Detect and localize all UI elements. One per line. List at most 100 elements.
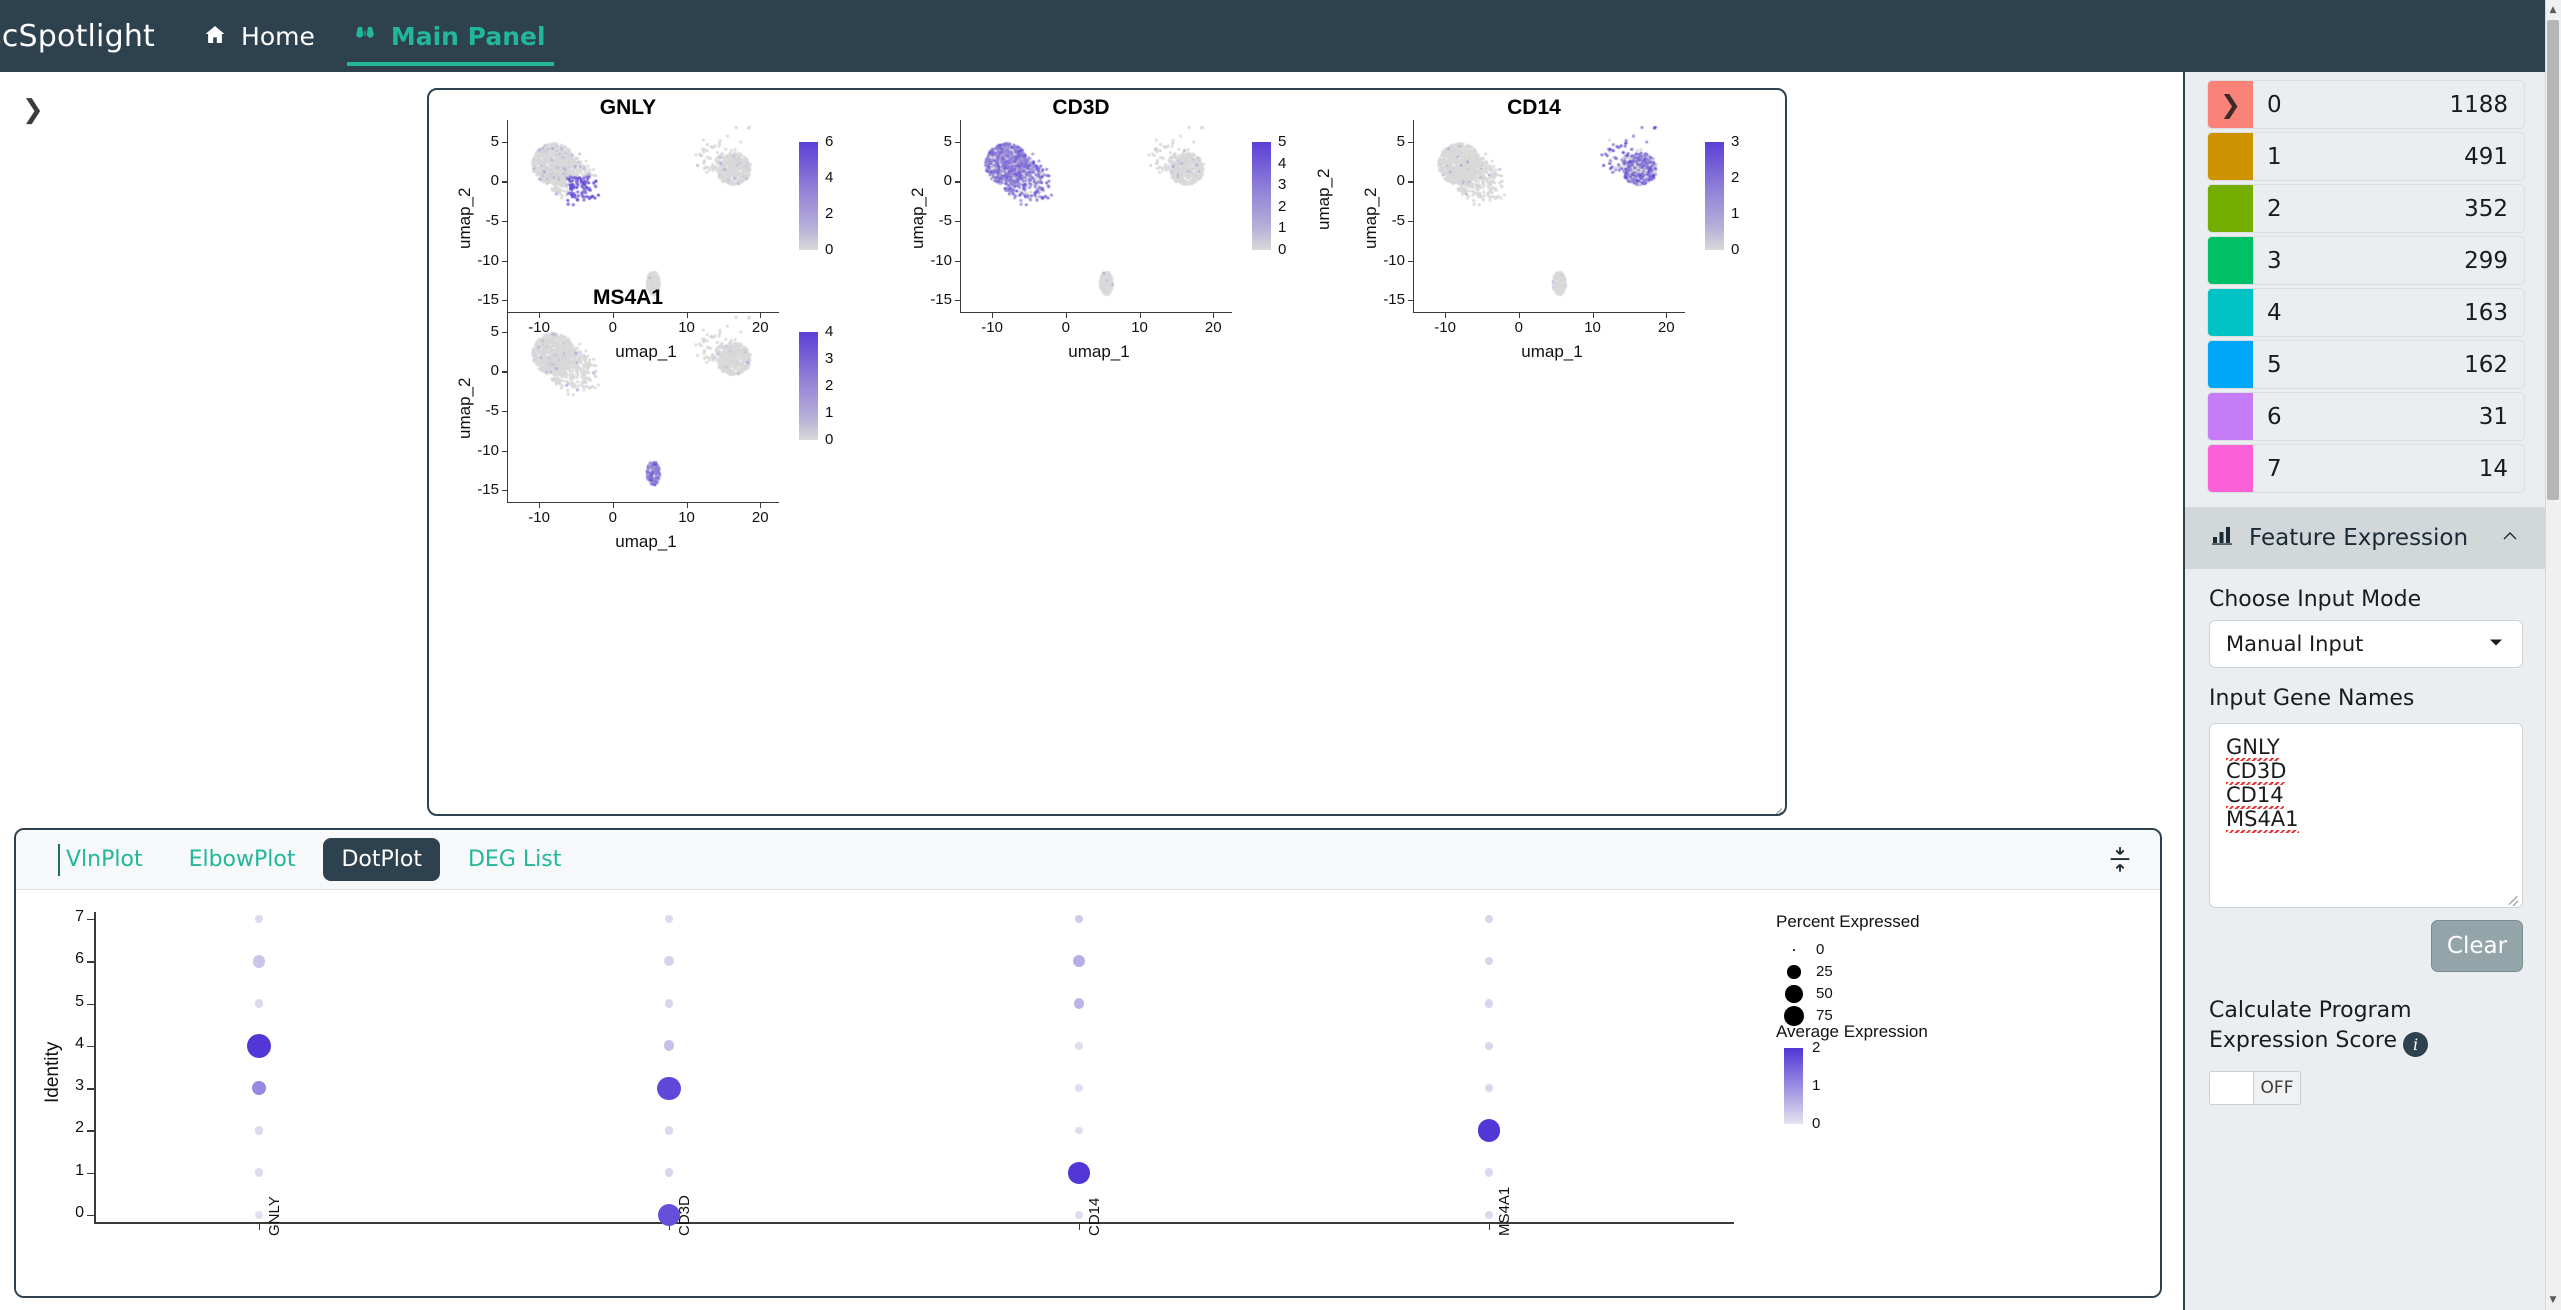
umap-y-tick-mark [502,260,507,262]
cluster-row[interactable]: 5 162 [2207,340,2525,389]
info-icon[interactable]: i [2403,1031,2429,1057]
cluster-id-label: 6 [2267,403,2282,430]
umap-scatter-canvas [1423,126,1681,308]
dotplot-dot [1484,1041,1494,1051]
umap-scatter-area [970,126,1228,308]
page-scrollbar-track[interactable]: ▲ ▼ [2545,0,2561,1310]
gene-name-token: CD14 [2226,783,2284,810]
legend-color-bar [1784,1048,1803,1124]
cluster-color-swatch[interactable] [2208,133,2253,180]
umap-x-tick-mark [1666,313,1668,318]
dotplot-y-tick-label: 6 [75,950,84,968]
tab-vlnplot[interactable]: VlnPlot [48,838,161,881]
umap-colorbar-tick-label: 3 [1278,176,1287,194]
umap-x-tick-mark [992,313,994,318]
label-input-gene-names: Input Gene Names [2209,686,2415,711]
program-score-toggle[interactable]: OFF [2209,1070,2301,1105]
dotplot-y-tick-label: 1 [75,1161,84,1179]
dotplot-dot [254,999,264,1008]
tab-deg-list[interactable]: DEG List [450,838,579,881]
text-caret [58,844,60,876]
umap-y-tick-label: 5 [490,322,499,340]
cluster-row[interactable]: 6 31 [2207,392,2525,441]
umap-x-tick-label: 0 [1514,319,1523,336]
umap-colorbar-side-label: umap_2 [1314,168,1333,230]
umap-x-tick-label: -10 [1434,319,1456,336]
dotplot-dot [252,955,266,968]
tab-dotplot[interactable]: DotPlot [323,838,440,881]
legend-size-label: 25 [1816,963,1833,980]
dotplot-dot [255,1211,263,1219]
umap-colorbar-tick-label: 2 [825,205,834,222]
legend-color-tick-label: 2 [1812,1039,1821,1056]
cluster-color-swatch[interactable] [2208,185,2253,232]
binoculars-icon [351,23,381,49]
cluster-color-swatch[interactable] [2208,445,2253,492]
umap-x-tick-mark [760,503,762,508]
cluster-row[interactable]: 1 491 [2207,132,2525,181]
textarea-resize-handle[interactable] [2505,890,2519,904]
umap-y-axis-label: umap_2 [455,377,474,439]
cluster-color-swatch[interactable] [2208,237,2253,284]
umap-colorbar-tick-label: 3 [825,350,834,367]
dotplot-dot [663,1040,675,1052]
umap-y-tick-mark [1408,220,1413,223]
dotplot-y-tick-mark [87,1130,94,1132]
nav-item-main-panel[interactable]: Main Panel [333,0,564,72]
label-choose-input-mode: Choose Input Mode [2209,587,2422,612]
nav-item-home[interactable]: Home [183,0,333,72]
dotplot-y-tick-label: 0 [75,1204,84,1221]
cluster-row[interactable]: 3 299 [2207,236,2525,285]
umap-colorbar-tick-label: 1 [825,404,834,421]
chevron-up-icon[interactable] [2497,525,2523,551]
dotplot-dot [1484,1210,1494,1220]
clear-button[interactable]: Clear [2431,920,2523,972]
cluster-color-swatch[interactable] [2208,289,2253,336]
cluster-row[interactable]: 7 14 [2207,444,2525,493]
cluster-color-swatch[interactable] [2208,341,2253,388]
collapse-vertical-icon[interactable] [2106,844,2134,876]
umap-colorbar-tick-label: 6 [825,133,834,150]
input-mode-select[interactable]: Manual Input [2209,620,2523,668]
input-mode-value: Manual Input [2226,632,2364,656]
tab-elbowplot[interactable]: ElbowPlot [171,838,314,881]
umap-x-tick-mark [1592,313,1594,318]
section-header-feature-expression[interactable]: Feature Expression [2185,507,2547,569]
umap-y-tick-mark [1408,141,1413,143]
chevron-right-icon[interactable]: ❯ [2220,92,2241,117]
cluster-cell-count: 162 [2464,351,2508,378]
cluster-color-swatch[interactable] [2208,393,2253,440]
umap-colorbar [799,142,818,250]
sidebar-expand-chevron-icon[interactable]: ❯ [22,95,44,125]
umap-y-axis-line [507,120,509,312]
dotplot-dot [246,1033,272,1058]
page-scroll-down-arrow-icon[interactable]: ▼ [2545,1292,2561,1308]
label-calculate-program-expression-score: Calculate Program Expression Score i [2209,996,2509,1057]
dotplot-y-axis-line [94,912,96,1222]
cluster-row[interactable]: 4 163 [2207,288,2525,337]
umap-x-tick-label: 20 [1204,319,1222,336]
umap-y-tick-label: -15 [930,291,952,309]
gene-name-line: CD14 [2226,783,2506,810]
dotplot-dot [664,1126,674,1135]
dotplot-dot [665,915,673,923]
page-scrollbar-thumb[interactable] [2547,20,2559,500]
umap-colorbar-tick-label: 3 [1731,133,1740,150]
umap-y-tick-mark [502,490,507,492]
cluster-color-swatch[interactable]: ❯ [2208,81,2253,128]
umap-card-resize-handle[interactable] [1765,794,1783,812]
umap-colorbar-tick-label: 2 [825,377,834,394]
page-scroll-up-arrow-icon[interactable]: ▲ [2545,2,2561,18]
nav-item-main-panel-label: Main Panel [390,21,546,51]
umap-y-tick-mark [955,300,960,302]
umap-y-tick-mark [955,181,960,183]
gene-names-textarea[interactable]: GNLY CD3D CD14 MS4A1 [2209,723,2523,908]
umap-y-tick-mark [502,410,507,413]
dotplot-y-tick-mark [87,1003,94,1005]
dotplot-dot [1484,1168,1494,1177]
cluster-row[interactable]: 2 352 [2207,184,2525,233]
dotplot-chart: 0 1 2 3 4 5 6 7 Identity GNLY CD3D CD14 MS4A1 Percent… [16,890,2160,1296]
cluster-row[interactable]: ❯ 0 1188 [2207,80,2525,129]
dotplot-dot [1075,1041,1083,1050]
umap-scatter-canvas [517,126,775,308]
